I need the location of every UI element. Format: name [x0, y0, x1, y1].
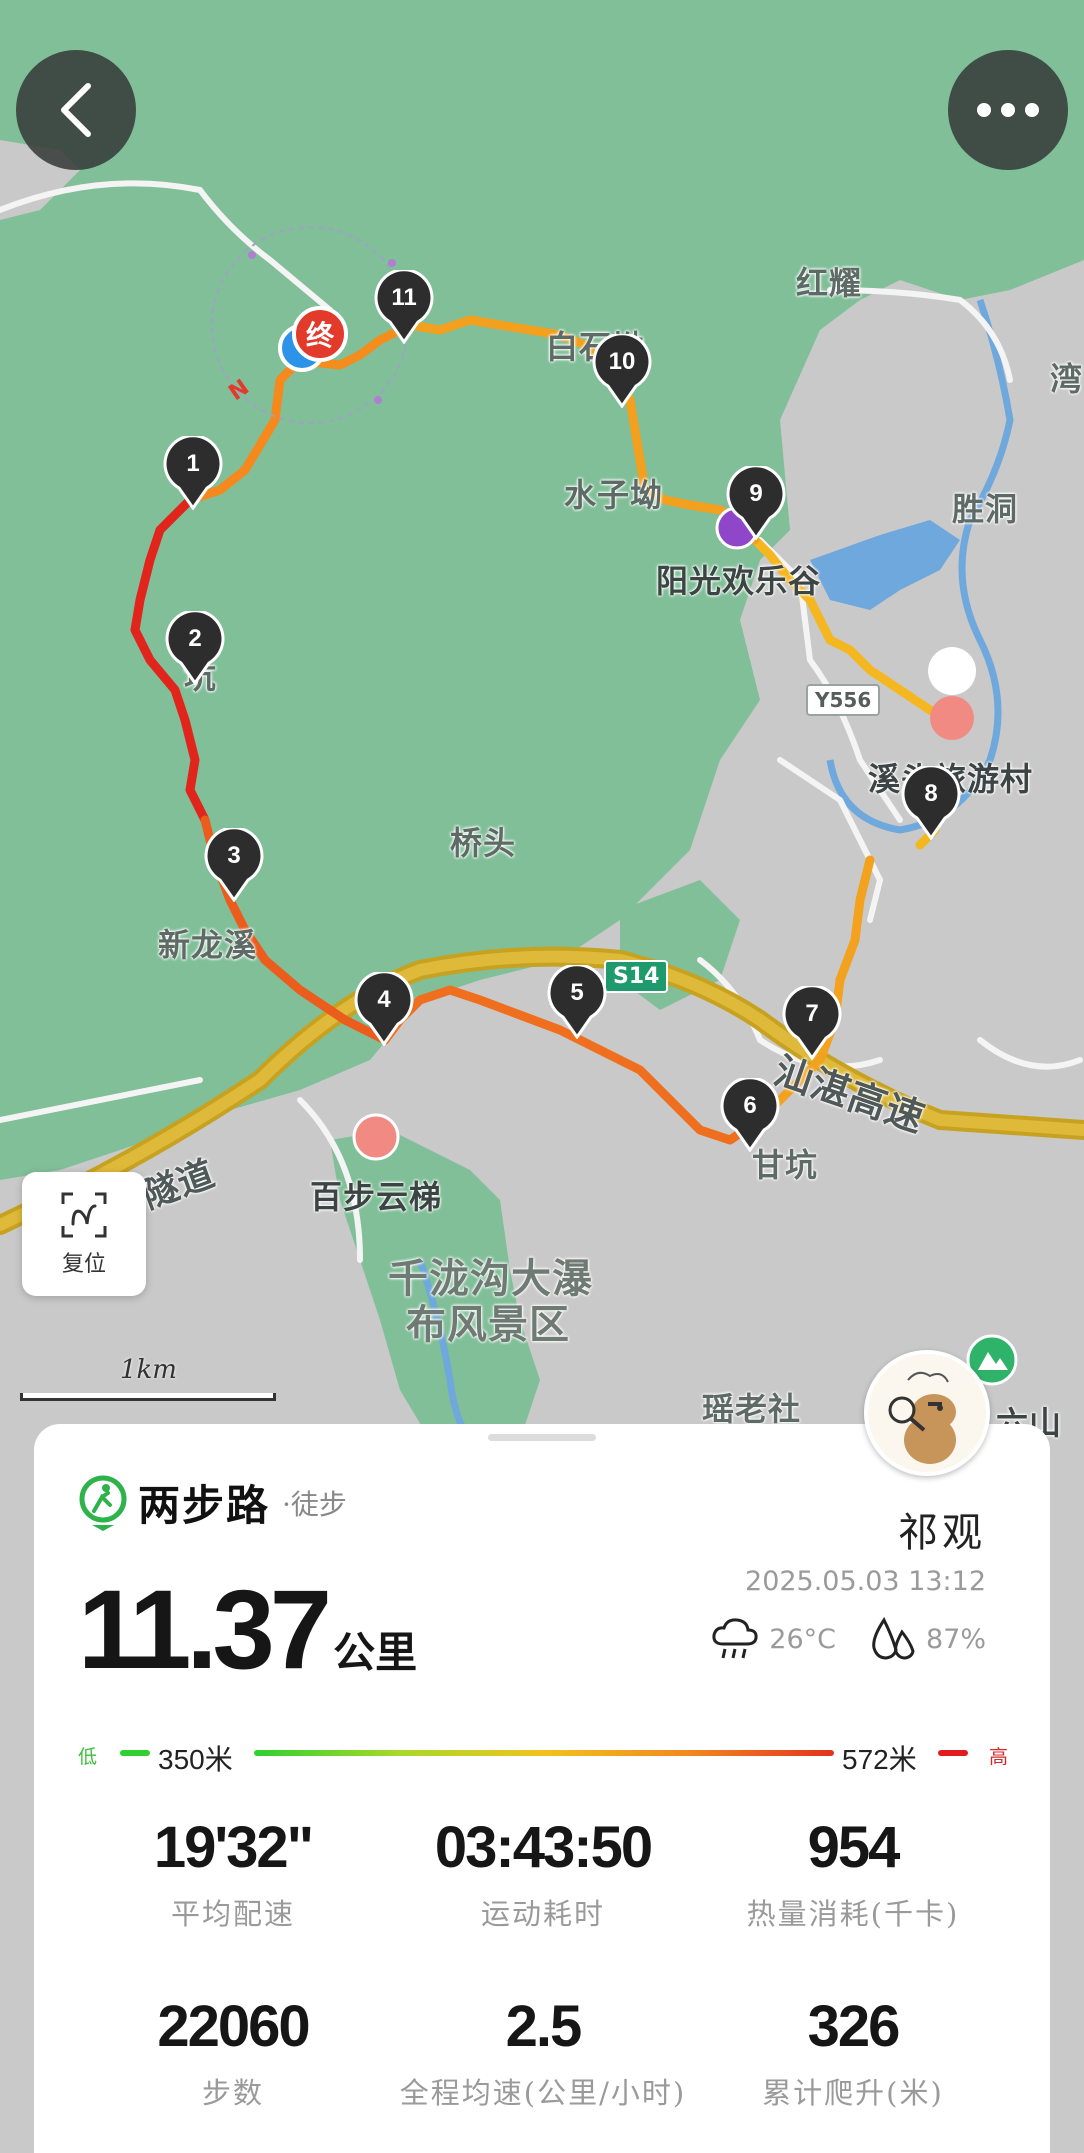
route-marker-1[interactable]: 1 — [163, 434, 223, 511]
brand-name: 两步路 — [138, 1481, 271, 1530]
place-label: 湾 — [1050, 360, 1084, 398]
reset-label: 复位 — [61, 1252, 106, 1277]
route-marker-4[interactable]: 4 — [354, 970, 414, 1047]
temperature: 26°C — [769, 1623, 836, 1655]
elevation-min: 350米 — [158, 1744, 233, 1775]
stat-value: 326 — [807, 1993, 901, 2059]
lake — [810, 520, 960, 610]
stat-label: 热量消耗(千卡) — [746, 1896, 960, 1931]
back-button[interactable] — [16, 50, 136, 170]
elevation-legend: 低 350米 572米 高 — [78, 1732, 1008, 1775]
drag-handle[interactable] — [488, 1434, 596, 1441]
scale-bar — [20, 1393, 276, 1401]
stat-steps: 22060 步数 — [78, 1993, 388, 2112]
route-marker-label: 11 — [391, 284, 417, 311]
place-label: 红耀 — [796, 264, 863, 302]
road-badge-y556: Y556 — [806, 684, 881, 716]
route-marker-label: 2 — [188, 625, 202, 652]
place-label: 阳光欢乐谷 — [656, 562, 822, 600]
place-label: 百步云梯 — [310, 1178, 443, 1216]
place-label: 桥头 — [450, 824, 517, 862]
elevation-max: 572米 — [842, 1744, 917, 1775]
stat-avg-speed: 2.5 全程均速(公里/小时) — [388, 1993, 698, 2112]
stat-avg-pace: 19'32" 平均配速 — [78, 1815, 388, 1933]
total-distance: 11.37 公里 — [78, 1574, 417, 1686]
route-marker-2[interactable]: 2 — [165, 609, 225, 686]
stat-label: 累计爬升(米) — [762, 2075, 944, 2110]
more-button[interactable] — [948, 50, 1068, 170]
activity-datetime: 2025.05.03 13:12 — [745, 1566, 986, 1597]
route-marker-9[interactable]: 9 — [726, 464, 786, 541]
route-marker-8[interactable]: 8 — [901, 764, 961, 841]
stat-label: 平均配速 — [170, 1896, 295, 1931]
forest-area — [0, 0, 1084, 1180]
route-marker-5[interactable]: 5 — [547, 963, 607, 1040]
map-scale: 1km — [20, 1355, 278, 1405]
summary-card: 两步路 ·徒步 祁观 2025.05.03 13:12 26°C 87% 11.… — [34, 1424, 1050, 2153]
stat-value: 22060 — [157, 1993, 310, 2059]
brand-logo-icon — [79, 1475, 127, 1531]
reset-view-button[interactable]: 复位 — [22, 1172, 146, 1296]
place-label: 布风景区 — [406, 1302, 570, 1348]
radius-dot — [374, 396, 382, 404]
stat-duration: 03:43:50 运动耗时 — [388, 1815, 698, 1933]
elevation-low-swatch — [120, 1750, 150, 1756]
route-marker-label: 4 — [377, 986, 391, 1013]
scale-label: 1km — [120, 1355, 177, 1385]
stat-value: 19'32" — [153, 1815, 314, 1880]
user-name: 祁观 — [898, 1510, 986, 1556]
poi-pin-icon — [352, 1113, 400, 1161]
route-marker-label: 7 — [805, 1000, 819, 1027]
radius-dot — [248, 251, 256, 259]
route-marker-3[interactable]: 3 — [204, 826, 264, 903]
stat-label: 全程均速(公里/小时) — [399, 2075, 687, 2110]
more-dots-icon — [977, 103, 1039, 117]
rain-cloud-icon — [712, 1618, 758, 1659]
elevation-high-swatch — [938, 1750, 968, 1756]
capybara-avatar-icon — [888, 1371, 956, 1464]
stat-calories: 954 热量消耗(千卡) — [698, 1815, 1008, 1933]
place-label: 胜洞 — [952, 490, 1019, 528]
elevation-high-label: 高 — [988, 1746, 1008, 1768]
route-marker-label: 8 — [924, 780, 938, 807]
stat-value: 954 — [807, 1815, 901, 1880]
stat-value: 03:43:50 — [434, 1815, 653, 1880]
place-label: 新龙溪 — [158, 926, 258, 964]
route-marker-label: 1 — [186, 450, 200, 477]
route-map[interactable]: 红耀 湾 白石坳 水子坳 胜洞 阳光欢乐谷 坑 溪头旅游村 桥头 新龙溪 甘坑 … — [0, 0, 1084, 1440]
radius-dot — [388, 259, 396, 267]
stats-grid: 19'32" 平均配速 03:43:50 运动耗时 954 热量消耗(千卡) 2… — [78, 1815, 1008, 2112]
route-marker-11[interactable]: 11 — [374, 268, 434, 345]
route-marker-label: 6 — [743, 1092, 757, 1119]
route-marker-6[interactable]: 6 — [720, 1076, 780, 1153]
activity-type: ·徒步 — [282, 1487, 347, 1521]
brand: 两步路 ·徒步 — [78, 1472, 347, 1533]
map-canvas — [0, 0, 1084, 1440]
elevation-low-label: 低 — [78, 1746, 98, 1768]
humidity-drops-icon — [872, 1617, 915, 1660]
route-marker-7[interactable]: 7 — [782, 984, 842, 1061]
route-marker-label: 9 — [749, 480, 763, 507]
stat-ascent: 326 累计爬升(米) — [698, 1993, 1008, 2112]
stat-label: 运动耗时 — [480, 1896, 605, 1931]
weather-info: 26°C 87% — [711, 1616, 986, 1662]
end-marker-icon: 终 — [292, 306, 348, 362]
route-marker-label: 3 — [227, 842, 241, 869]
chevron-left-icon — [61, 83, 91, 137]
route-marker-10[interactable]: 10 — [592, 332, 652, 409]
route-reset-icon — [61, 1192, 107, 1238]
route-marker-label: 5 — [570, 979, 584, 1006]
humidity: 87% — [925, 1623, 986, 1655]
distance-value: 11.37 — [78, 1567, 332, 1692]
stat-label: 步数 — [201, 2075, 264, 2110]
poi-pin-icon — [928, 647, 977, 740]
distance-unit: 公里 — [333, 1628, 418, 1677]
avatar[interactable] — [864, 1350, 990, 1476]
place-label: 水子坳 — [564, 476, 664, 514]
elevation-gradient-bar — [254, 1750, 834, 1756]
road-badge-s14: S14 — [604, 960, 669, 993]
route-marker-label: 10 — [608, 348, 636, 375]
stat-value: 2.5 — [505, 1993, 583, 2059]
